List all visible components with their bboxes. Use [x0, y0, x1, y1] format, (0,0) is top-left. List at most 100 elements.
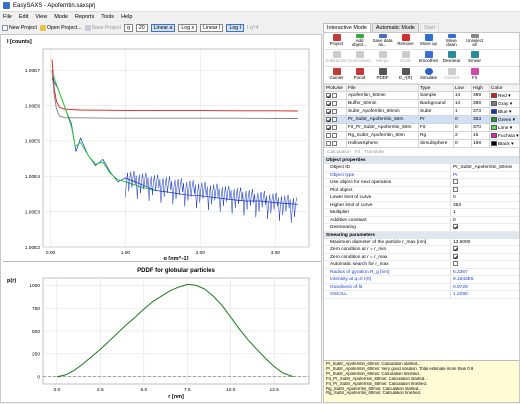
color-cell[interactable]: Fuchsia ▾ — [489, 131, 520, 140]
property-checkbox[interactable] — [453, 186, 458, 192]
use-checkbox[interactable] — [332, 132, 338, 138]
summation-button[interactable]: Summation — [348, 51, 371, 65]
color-cell[interactable]: Blue ▾ — [489, 107, 520, 116]
type-cell[interactable]: Background — [418, 99, 454, 108]
type-cell[interactable]: Rg — [418, 131, 454, 140]
property-row[interactable]: Maximum diameter of the particle r_max [… — [324, 238, 519, 246]
type-cell[interactable]: SimulSphere — [418, 139, 454, 148]
chevron-down-icon[interactable]: ▾ — [510, 141, 513, 146]
low-cell[interactable]: 1 — [453, 107, 472, 116]
new-project-button[interactable]: New Project — [2, 24, 37, 31]
property-row[interactable]: OSCILL 1.2290 — [324, 291, 519, 299]
high-cell[interactable]: 16 — [471, 131, 490, 140]
property-row[interactable]: Zero condition at r = r_min — [324, 246, 519, 254]
menu-tools[interactable]: Tools — [101, 14, 114, 20]
property-value[interactable]: 0 — [450, 216, 519, 223]
plotuse-cell[interactable] — [324, 115, 347, 124]
menu-help[interactable]: Help — [121, 14, 132, 20]
property-value[interactable] — [450, 253, 519, 260]
plotuse-cell[interactable] — [324, 139, 347, 148]
color-cell[interactable]: Gray ▾ — [489, 99, 520, 108]
plotuse-cell[interactable] — [324, 107, 347, 116]
smoothen-button[interactable]: Smoothen — [418, 51, 439, 65]
property-value[interactable]: 5.3367 — [450, 268, 519, 275]
table-row[interactable]: Fit_Pr_Subtr_Apoferritin_60m Fit 0 370 Lime … — [324, 123, 520, 132]
property-value[interactable]: 353 — [450, 201, 519, 208]
property-row[interactable]: Plot object — [324, 186, 519, 194]
chevron-down-icon[interactable]: ▾ — [511, 117, 515, 122]
color-cell[interactable]: Red ▾ — [489, 91, 520, 100]
plotuse-cell[interactable] — [324, 99, 347, 108]
tab-translate[interactable]: Translate — [364, 150, 384, 155]
pddf-button[interactable]: PDDF — [372, 68, 393, 82]
move-down-button[interactable]: Move down — [441, 34, 462, 48]
low-cell[interactable]: 14 — [453, 99, 472, 108]
remove-button[interactable]: Remove — [395, 34, 416, 48]
high-cell[interactable]: 389 — [471, 99, 490, 108]
menu-edit[interactable]: Edit — [19, 14, 28, 20]
plot-checkbox[interactable] — [326, 92, 331, 98]
desmear-button[interactable]: Desmear — [441, 51, 462, 65]
log-i-toggle[interactable]: Log I — [226, 23, 244, 32]
property-checkbox[interactable] — [453, 246, 458, 252]
unselect-all-button[interactable]: Unselect all — [464, 34, 485, 48]
low-cell[interactable]: 0 — [453, 123, 472, 132]
property-checkbox[interactable] — [453, 179, 458, 185]
low-cell[interactable]: 0 — [453, 139, 472, 148]
property-value[interactable] — [450, 224, 519, 231]
tab-interactive-mode[interactable]: Interactive Mode — [323, 23, 371, 32]
chevron-down-icon[interactable]: ▾ — [515, 133, 518, 138]
property-row[interactable]: Use object for next operation — [324, 179, 519, 187]
menu-mode[interactable]: Mode — [54, 14, 68, 20]
property-row[interactable]: Additive constant 0 — [324, 216, 519, 224]
table-row[interactable]: Rg_Subtr_Apoferritin_60m Rg 2 16 Fuchsia ▾ — [324, 131, 520, 140]
file-cell[interactable]: Buffer_60min — [346, 99, 419, 108]
convert-button[interactable]: Convert — [441, 68, 462, 82]
property-row[interactable]: Radius of gyration R_g [nm] 5.3367 — [324, 268, 519, 276]
use-checkbox[interactable] — [332, 92, 338, 98]
file-cell[interactable]: Pr_Subtr_Apoferritin_60m — [346, 115, 419, 124]
tab-automatic-mode[interactable]: Automatic Mode — [371, 23, 419, 32]
property-value[interactable] — [450, 261, 519, 268]
use-checkbox[interactable] — [332, 124, 338, 130]
tab-calculation[interactable]: Calculation — [327, 150, 351, 155]
property-value[interactable] — [450, 186, 519, 193]
project-button[interactable]: Project — [326, 34, 347, 48]
use-checkbox[interactable] — [332, 108, 338, 114]
file-cell[interactable]: Apoferritin_60min — [346, 91, 419, 100]
file-cell[interactable]: HollowSphere — [346, 139, 419, 148]
use-checkbox[interactable] — [332, 116, 338, 122]
plotuse-cell[interactable] — [324, 131, 347, 140]
section-object-properties[interactable]: Object properties — [324, 157, 519, 164]
type-cell[interactable]: Pr — [418, 115, 454, 124]
low-cell[interactable]: 2 — [453, 131, 472, 140]
high-cell[interactable]: 353 — [471, 115, 490, 124]
table-row[interactable]: Subtr_Apoferritin_60min Subtr 1 373 Blue ▾ — [324, 107, 520, 116]
type-cell[interactable]: Subtr — [418, 107, 454, 116]
property-row[interactable]: Intensity at q=0 I(0) 9.1843E5 — [324, 276, 519, 284]
color-cell[interactable]: Green ▾ — [489, 115, 520, 124]
table-row[interactable]: Buffer_60min Background 14 389 Gray ▾ — [324, 99, 520, 108]
property-row[interactable]: Lower limit of curve 0 — [324, 194, 519, 202]
property-value[interactable] — [450, 179, 519, 186]
table-row[interactable]: Apoferritin_60min Sample 14 389 Red ▾ — [324, 91, 520, 100]
q-value-field[interactable]: 20 — [135, 23, 148, 32]
save-data-button[interactable]: Save data as... — [372, 34, 393, 48]
low-cell[interactable]: 14 — [453, 91, 472, 100]
merge-button[interactable]: Merge — [372, 51, 393, 65]
table-row[interactable]: Pr_Subtr_Apoferritin_60m Pr 0 353 Green ▾ — [324, 115, 520, 124]
saxs-intensity-chart[interactable]: 1.00E7 1.00E6 1.00E5 1.00E4 1.00E3 1.00E2 0.00… — [3, 35, 321, 260]
pddf-chart[interactable]: PDDF for globular particles p(r) 1000 750 50… — [3, 261, 321, 404]
property-row[interactable]: Zero condition at r = r_max — [324, 253, 519, 261]
property-row[interactable]: Object ID Pr_Subtr_Apoferritin_60min — [324, 164, 519, 172]
plot-checkbox[interactable] — [326, 124, 331, 130]
file-cell[interactable]: Fit_Pr_Subtr_Apoferritin_60m — [346, 123, 419, 132]
high-cell[interactable]: 389 — [471, 91, 490, 100]
property-value[interactable]: Pr — [450, 171, 519, 178]
color-cell[interactable]: Lime ▾ — [489, 123, 520, 132]
plot-checkbox[interactable] — [326, 140, 331, 146]
tab-fit[interactable]: Fit — [355, 150, 360, 155]
linear-i-toggle[interactable]: Linear I — [200, 23, 224, 32]
plot-checkbox[interactable] — [326, 132, 331, 138]
open-project-button[interactable]: Open Project... — [39, 24, 82, 31]
